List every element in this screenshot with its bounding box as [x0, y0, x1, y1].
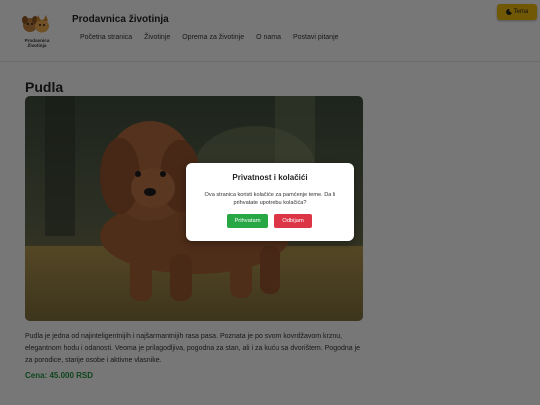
reject-cookies-button[interactable]: Odbijam — [274, 214, 312, 228]
cookie-consent-modal: Privatnost i kolačići Ova stranica koris… — [186, 163, 354, 241]
modal-overlay: Privatnost i kolačići Ova stranica koris… — [0, 0, 540, 405]
modal-text: Ova stranica koristi kolačiće za pamćenj… — [204, 192, 336, 206]
accept-cookies-button[interactable]: Prihvatam — [227, 214, 268, 228]
modal-title: Privatnost i kolačići — [232, 173, 308, 182]
